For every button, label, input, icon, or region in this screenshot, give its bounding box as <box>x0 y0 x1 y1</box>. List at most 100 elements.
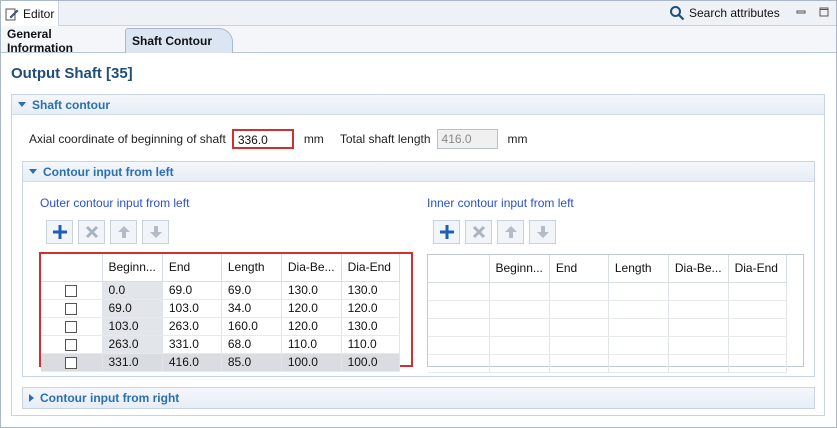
move-down-button[interactable] <box>529 220 556 244</box>
cell-dia-end[interactable]: 130.0 <box>341 281 400 300</box>
cell-dia-begin[interactable]: 130.0 <box>281 281 342 300</box>
editor-tab[interactable]: Editor <box>1 1 59 26</box>
cell-dia-end[interactable]: 100.0 <box>341 353 400 372</box>
table-row <box>428 300 787 319</box>
checkbox-column-header <box>428 255 490 283</box>
cell-end[interactable]: 69.0 <box>162 281 222 300</box>
tab-general-information[interactable]: General Information <box>1 27 125 55</box>
cell-dia-end[interactable]: 110.0 <box>341 335 400 354</box>
minimize-button[interactable] <box>793 5 809 19</box>
cell-end[interactable]: 103.0 <box>162 299 222 318</box>
column-header-length[interactable]: Length <box>608 255 669 283</box>
move-down-button[interactable] <box>142 220 169 244</box>
cell-begin[interactable]: 103.0 <box>102 317 163 336</box>
contour-left-header[interactable]: Contour input from left <box>23 162 814 182</box>
cell-length[interactable]: 34.0 <box>221 299 282 318</box>
collapse-triangle-icon <box>29 169 37 174</box>
table-row[interactable]: 69.0 103.0 34.0 120.0 120.0 <box>41 299 400 318</box>
cell-dia-begin[interactable]: 110.0 <box>281 335 342 354</box>
checkbox-column-header <box>41 254 103 282</box>
column-header-dia-end[interactable]: Dia-End <box>341 254 400 282</box>
editor-subtabs: General Information Shaft Contour <box>1 26 836 55</box>
column-header-dia-begin[interactable]: Dia-Be... <box>668 255 729 283</box>
row-checkbox[interactable] <box>65 302 78 315</box>
contour-right-section: Contour input from right <box>22 387 815 409</box>
cell-begin[interactable]: 0.0 <box>102 281 163 300</box>
delete-button[interactable] <box>78 220 105 244</box>
table-row[interactable]: 103.0 263.0 160.0 120.0 130.0 <box>41 317 400 336</box>
collapse-triangle-icon <box>18 102 26 107</box>
cell-begin[interactable]: 69.0 <box>102 299 163 318</box>
contour-left-title: Contour input from left <box>43 164 174 179</box>
delete-button[interactable] <box>465 220 492 244</box>
move-up-button[interactable] <box>110 220 137 244</box>
column-header-end[interactable]: End <box>162 254 222 282</box>
outer-contour-title: Outer contour input from left <box>40 196 190 210</box>
total-length-unit: mm <box>507 132 528 146</box>
cell-end[interactable]: 416.0 <box>162 353 222 372</box>
axial-unit: mm <box>303 132 324 146</box>
search-attributes-button[interactable]: Search attributes <box>669 4 780 22</box>
outer-contour-toolbar <box>46 220 169 244</box>
pencil-icon <box>5 8 19 20</box>
cell-begin[interactable]: 331.0 <box>102 353 163 372</box>
cell-length[interactable]: 85.0 <box>221 353 282 372</box>
cell-end[interactable]: 331.0 <box>162 335 222 354</box>
search-attributes-label: Search attributes <box>689 6 780 20</box>
tab-shaft-contour[interactable]: Shaft Contour <box>125 28 233 53</box>
cell-dia-begin[interactable]: 120.0 <box>281 299 342 318</box>
close-icon <box>85 225 98 239</box>
row-checkbox[interactable] <box>65 338 78 351</box>
inner-contour-title: Inner contour input from left <box>427 196 574 210</box>
editor-tab-bar: Editor Search attributes <box>1 1 836 26</box>
table-row[interactable]: 263.0 331.0 68.0 110.0 110.0 <box>41 335 400 354</box>
plus-icon <box>439 225 454 239</box>
editor-window: Editor Search attributes General Informa… <box>0 0 837 428</box>
contour-left-section: Contour input from left Outer contour in… <box>22 161 815 377</box>
column-header-begin[interactable]: Beginn... <box>489 255 550 283</box>
column-header-end[interactable]: End <box>549 255 609 283</box>
shaft-contour-section: Shaft contour Axial coordinate of beginn… <box>11 94 825 416</box>
axial-coordinate-input[interactable]: 336.0 <box>231 129 294 149</box>
close-icon <box>472 225 485 239</box>
table-row <box>428 282 787 301</box>
contour-right-header[interactable]: Contour input from right <box>23 388 814 408</box>
table-row[interactable]: 0.0 69.0 69.0 130.0 130.0 <box>41 281 400 300</box>
move-up-button[interactable] <box>497 220 524 244</box>
cell-end[interactable]: 263.0 <box>162 317 222 336</box>
row-checkbox[interactable] <box>65 284 78 297</box>
cell-begin[interactable]: 263.0 <box>102 335 163 354</box>
shaft-contour-header[interactable]: Shaft contour <box>12 95 824 115</box>
cell-dia-begin[interactable]: 120.0 <box>281 317 342 336</box>
add-button[interactable] <box>46 220 73 244</box>
arrow-down-icon <box>149 226 162 238</box>
cell-length[interactable]: 160.0 <box>221 317 282 336</box>
editor-tab-label: Editor <box>23 6 55 21</box>
arrow-down-icon <box>536 226 549 238</box>
column-header-dia-end[interactable]: Dia-End <box>728 255 787 283</box>
column-header-begin[interactable]: Beginn... <box>102 254 163 282</box>
cell-dia-begin[interactable]: 100.0 <box>281 353 342 372</box>
table-row[interactable]: 331.0 416.0 85.0 100.0 100.0 <box>41 353 400 372</box>
row-checkbox[interactable] <box>65 356 78 369</box>
cell-length[interactable]: 69.0 <box>221 281 282 300</box>
column-header-length[interactable]: Length <box>221 254 282 282</box>
row-checkbox-cell <box>41 299 103 318</box>
column-header-dia-begin[interactable]: Dia-Be... <box>281 254 342 282</box>
row-checkbox-cell <box>41 353 103 372</box>
arrow-up-icon <box>504 226 517 238</box>
inner-contour-toolbar <box>433 220 556 244</box>
contour-right-title: Contour input from right <box>40 391 180 405</box>
shaft-contour-title: Shaft contour <box>32 97 110 112</box>
row-checkbox-cell <box>41 335 103 354</box>
table-row <box>428 336 787 355</box>
page-title: Output Shaft [35] <box>11 65 133 82</box>
row-checkbox[interactable] <box>65 320 78 333</box>
cell-dia-end[interactable]: 130.0 <box>341 317 400 336</box>
table-row <box>428 354 787 373</box>
total-length-input: 416.0 <box>436 129 498 149</box>
cell-dia-end[interactable]: 120.0 <box>341 299 400 318</box>
cell-length[interactable]: 68.0 <box>221 335 282 354</box>
add-button[interactable] <box>433 220 460 244</box>
maximize-button[interactable] <box>816 5 832 19</box>
